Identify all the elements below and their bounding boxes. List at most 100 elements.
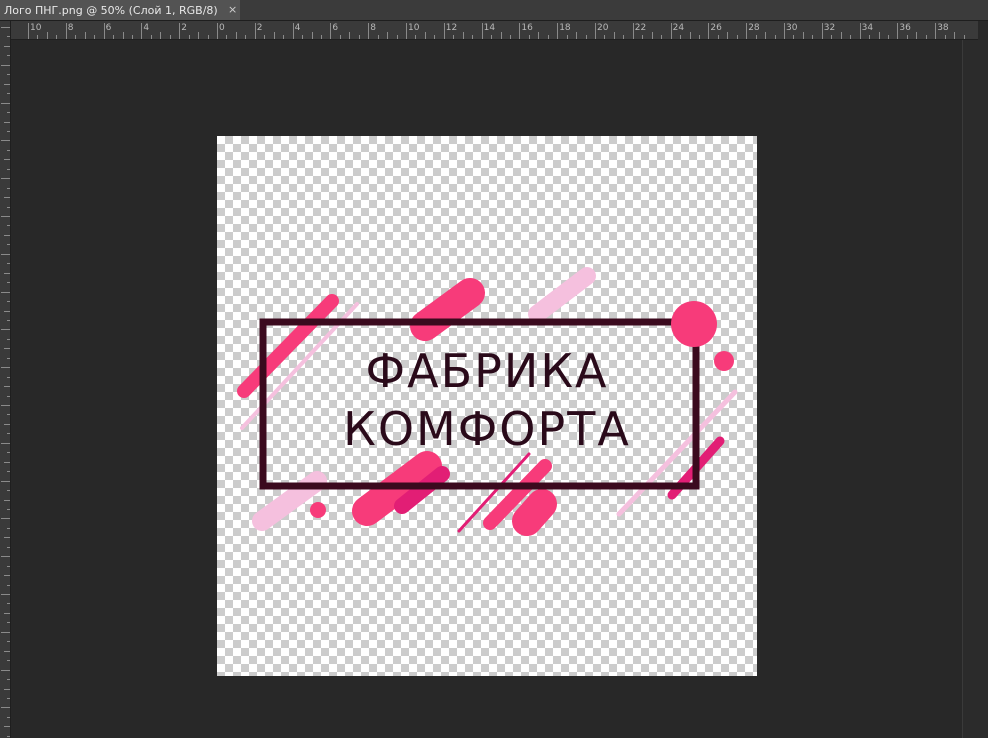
ruler-major-tick — [557, 23, 559, 39]
ruler-major-tick — [935, 23, 937, 39]
ruler-minor-tick — [1, 707, 10, 709]
ruler-minor-tick — [264, 35, 266, 39]
close-icon[interactable]: × — [228, 3, 237, 16]
ruler-major-tick — [897, 23, 899, 39]
ruler-minor-tick — [954, 32, 956, 39]
horizontal-ruler[interactable]: 10 8 6 4 2 0 2 4 6 8 10 12 14 16 18 20 22 24 26 28 30 32 34 36 3… — [10, 21, 978, 40]
ruler-minor-tick — [576, 32, 578, 39]
ruler-major-tick — [670, 23, 672, 39]
ruler-minor-tick — [7, 395, 10, 397]
ruler-minor-tick — [7, 244, 10, 246]
ruler-label: 22 — [634, 23, 647, 33]
ruler-minor-tick — [4, 423, 10, 425]
ruler-minor-tick — [113, 35, 115, 39]
ruler-label: 8 — [370, 23, 376, 33]
ruler-minor-tick — [4, 386, 10, 388]
ruler-minor-tick — [491, 35, 493, 39]
ruler-minor-tick — [4, 537, 10, 539]
ruler-label: 0 — [219, 23, 225, 33]
ruler-minor-tick — [538, 32, 540, 39]
ruler-minor-tick — [7, 641, 10, 643]
ruler-minor-tick — [585, 35, 587, 39]
vertical-scrollbar[interactable] — [962, 40, 988, 738]
ruler-minor-tick — [1, 367, 10, 369]
ruler-minor-tick — [198, 32, 200, 39]
ruler-minor-tick — [7, 697, 10, 699]
ruler-minor-tick — [680, 35, 682, 39]
ruler-minor-tick — [7, 622, 10, 624]
ruler-minor-tick — [566, 35, 568, 39]
ruler-minor-tick — [4, 272, 10, 274]
ruler-minor-tick — [1, 178, 10, 180]
ruler-minor-tick — [320, 35, 322, 39]
ruler-minor-tick — [812, 35, 814, 39]
ruler-minor-tick — [623, 35, 625, 39]
ruler-minor-tick — [1, 518, 10, 520]
ruler-minor-tick — [424, 32, 426, 39]
ruler-minor-tick — [878, 32, 880, 39]
ruler-minor-tick — [7, 471, 10, 473]
ruler-minor-tick — [339, 35, 341, 39]
ruler-minor-tick — [765, 32, 767, 39]
ruler-minor-tick — [1, 253, 10, 255]
ruler-minor-tick — [916, 32, 918, 39]
ruler-label: 6 — [105, 23, 112, 33]
scrollbar-divider — [962, 40, 963, 738]
ruler-minor-tick — [850, 35, 852, 39]
document-tab[interactable]: Лого ПНГ.png @ 50% (Слой 1, RGB/8) × — [0, 0, 240, 20]
ruler-minor-tick — [472, 35, 474, 39]
ruler-minor-tick — [4, 650, 10, 652]
ruler-minor-tick — [226, 35, 228, 39]
document-tab-title: Лого ПНГ.png @ 50% (Слой 1, RGB/8) — [4, 3, 218, 17]
ruler-minor-tick — [7, 36, 10, 38]
ruler-minor-tick — [4, 499, 10, 501]
ruler-minor-tick — [283, 35, 285, 39]
ruler-minor-tick — [4, 461, 10, 463]
ruler-minor-tick — [7, 452, 10, 454]
ruler-minor-tick — [7, 603, 10, 605]
ruler-minor-tick — [7, 546, 10, 548]
ruler-minor-tick — [434, 35, 436, 39]
ruler-minor-tick — [4, 159, 10, 161]
ruler-minor-tick — [1, 442, 10, 444]
ruler-minor-tick — [4, 348, 10, 350]
ruler-minor-tick — [4, 121, 10, 123]
ruler-minor-tick — [273, 32, 275, 39]
ruler-minor-tick — [396, 35, 398, 39]
ruler-minor-tick — [925, 35, 927, 39]
ruler-minor-tick — [415, 35, 417, 39]
ruler-minor-tick — [7, 225, 10, 227]
ruler-minor-tick — [7, 112, 10, 114]
ruler-minor-tick — [4, 197, 10, 199]
ruler-label: 2 — [181, 23, 187, 33]
ruler-label: 14 — [483, 23, 496, 33]
ruler-major-tick — [746, 23, 748, 39]
ruler-minor-tick — [37, 35, 39, 39]
ruler-minor-tick — [755, 35, 757, 39]
ruler-minor-tick — [1, 329, 10, 331]
ruler-minor-tick — [717, 35, 719, 39]
ruler-minor-tick — [7, 282, 10, 284]
document-canvas[interactable]: ФАБРИКА КОМФОРТА — [217, 136, 757, 676]
ruler-minor-tick — [840, 32, 842, 39]
ruler-minor-tick — [1, 140, 10, 142]
logo-circle — [671, 301, 717, 347]
ruler-label: 4 — [143, 23, 150, 33]
ruler-minor-tick — [7, 433, 10, 435]
ruler-minor-tick — [1, 102, 10, 104]
ruler-minor-tick — [7, 490, 10, 492]
ruler-minor-tick — [802, 32, 804, 39]
ruler-minor-tick — [651, 32, 653, 39]
ruler-major-tick — [292, 23, 294, 39]
vertical-ruler[interactable] — [0, 21, 11, 738]
ruler-label: 18 — [559, 23, 571, 33]
ruler-minor-tick — [1, 27, 10, 28]
ruler-minor-tick — [7, 338, 10, 340]
ruler-minor-tick — [1, 631, 10, 633]
ruler-major-tick — [217, 23, 218, 39]
ruler-minor-tick — [736, 35, 738, 39]
ruler-minor-tick — [349, 32, 351, 39]
ruler-major-tick — [519, 23, 521, 39]
ruler-minor-tick — [7, 679, 10, 681]
ruler-minor-tick — [75, 35, 77, 39]
